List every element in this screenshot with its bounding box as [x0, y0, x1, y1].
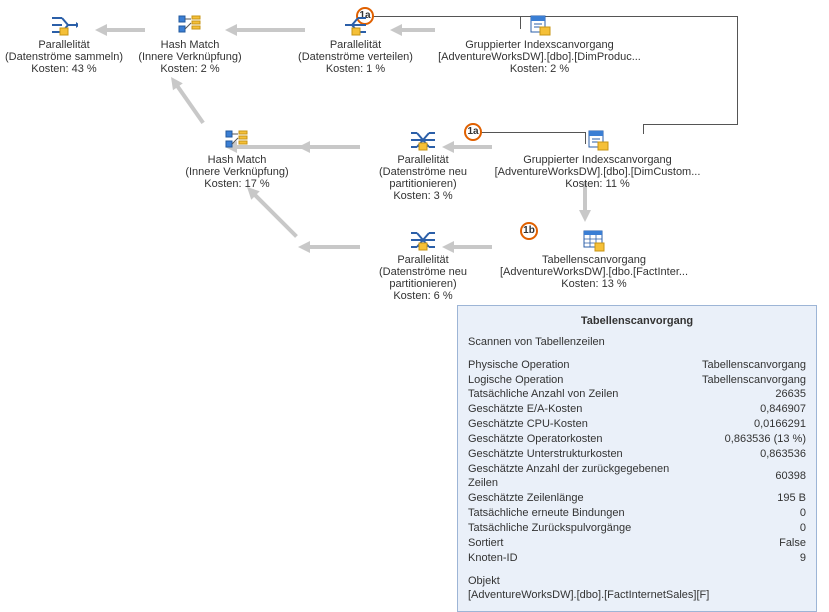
table-row: Tatsächliche Zurückspulvorgänge0	[468, 521, 806, 536]
tooltip-object-value: [AdventureWorksDW].[dbo].[FactInternetSa…	[468, 588, 806, 603]
table-row: Geschätzte Zeilenlänge195 B	[468, 491, 806, 506]
node-cost: Kosten: 17 %	[182, 178, 292, 190]
node-parallelism-repartition[interactable]: Parallelität (Datenströme neu partitioni…	[358, 228, 488, 302]
node-title: Hash Match	[182, 154, 292, 166]
node-cost: Kosten: 6 %	[358, 290, 488, 302]
node-title: Hash Match	[135, 39, 245, 51]
node-title: Parallelität	[358, 254, 488, 266]
node-title: Tabellenscanvorgang	[490, 254, 698, 266]
hashmatch-icon	[176, 13, 204, 37]
node-clustered-index-scan[interactable]: Gruppierter Indexscanvorgang [AdventureW…	[432, 13, 647, 75]
table-row: SortiertFalse	[468, 536, 806, 551]
node-parallelism-gather[interactable]: Parallelität (Datenströme sammeln) Koste…	[0, 13, 128, 75]
tooltip-object-label: Objekt	[468, 574, 806, 589]
node-parallelism-repartition[interactable]: Parallelität (Datenströme neu partitioni…	[358, 128, 488, 202]
node-clustered-index-scan[interactable]: Gruppierter Indexscanvorgang [AdventureW…	[490, 128, 705, 190]
node-subtitle: [AdventureWorksDW].[dbo].[DimProduc...	[432, 51, 647, 63]
table-row: Geschätzte Unterstrukturkosten0,863536	[468, 447, 806, 462]
parallel-icon	[342, 13, 370, 37]
node-cost: Kosten: 11 %	[490, 178, 705, 190]
tablescan-icon	[580, 228, 608, 252]
arrow	[298, 242, 360, 252]
node-title: Gruppierter Indexscanvorgang	[432, 39, 647, 51]
indexscan-icon	[584, 128, 612, 152]
parallel-icon	[50, 13, 78, 37]
node-title: Gruppierter Indexscanvorgang	[490, 154, 705, 166]
arrow	[298, 142, 360, 152]
parallel-icon	[409, 128, 437, 152]
tooltip-properties-table: Physische OperationTabellenscanvorgang L…	[468, 358, 806, 566]
node-title: Parallelität	[358, 154, 488, 166]
table-row: Logische OperationTabellenscanvorgang	[468, 373, 806, 388]
node-subtitle: (Datenströme neu partitionieren)	[358, 166, 488, 190]
node-hash-match[interactable]: Hash Match (Innere Verknüpfung) Kosten: …	[182, 128, 292, 190]
tooltip-title: Tabellenscanvorgang	[468, 314, 806, 329]
indexscan-icon	[526, 13, 554, 37]
node-subtitle: (Innere Verknüpfung)	[135, 51, 245, 63]
node-subtitle: [AdventureWorksDW].[dbo].[DimCustom...	[490, 166, 705, 178]
annotation-line	[643, 124, 738, 125]
node-cost: Kosten: 2 %	[135, 63, 245, 75]
node-cost: Kosten: 13 %	[490, 278, 698, 290]
node-hash-match[interactable]: Hash Match (Innere Verknüpfung) Kosten: …	[135, 13, 245, 75]
table-row: Geschätzte Anzahl der zurückgegebenen Ze…	[468, 462, 806, 492]
node-table-scan[interactable]: Tabellenscanvorgang [AdventureWorksDW].[…	[490, 228, 698, 290]
node-cost: Kosten: 3 %	[358, 190, 488, 202]
table-row: Geschätzte E/A-Kosten0,846907	[468, 402, 806, 417]
parallel-icon	[409, 228, 437, 252]
table-row: Geschätzte Operatorkosten0,863536 (13 %)	[468, 432, 806, 447]
tooltip-description: Scannen von Tabellenzeilen	[468, 335, 806, 350]
annotation-line	[737, 16, 738, 124]
node-subtitle: (Datenströme verteilen)	[298, 51, 413, 63]
hashmatch-icon	[223, 128, 251, 152]
table-row: Tatsächliche erneute Bindungen0	[468, 506, 806, 521]
node-title: Parallelität	[0, 39, 128, 51]
table-row: Tatsächliche Anzahl von Zeilen26635	[468, 387, 806, 402]
node-subtitle: [AdventureWorksDW].[dbo.[FactInter...	[490, 266, 698, 278]
arrow	[243, 183, 300, 240]
node-parallelism-distribute[interactable]: Parallelität (Datenströme verteilen) Kos…	[298, 13, 413, 75]
node-cost: Kosten: 43 %	[0, 63, 128, 75]
arrow	[167, 74, 207, 126]
node-cost: Kosten: 1 %	[298, 63, 413, 75]
node-subtitle: (Datenströme sammeln)	[0, 51, 128, 63]
table-row: Geschätzte CPU-Kosten0,0166291	[468, 417, 806, 432]
node-title: Parallelität	[298, 39, 413, 51]
table-row: Knoten-ID9	[468, 551, 806, 566]
node-subtitle: (Datenströme neu partitionieren)	[358, 266, 488, 290]
tooltip-operator-details: Tabellenscanvorgang Scannen von Tabellen…	[457, 305, 817, 612]
node-cost: Kosten: 2 %	[432, 63, 647, 75]
table-row: Physische OperationTabellenscanvorgang	[468, 358, 806, 373]
tooltip-object-section: Objekt [AdventureWorksDW].[dbo].[FactInt…	[468, 574, 806, 604]
node-subtitle: (Innere Verknüpfung)	[182, 166, 292, 178]
